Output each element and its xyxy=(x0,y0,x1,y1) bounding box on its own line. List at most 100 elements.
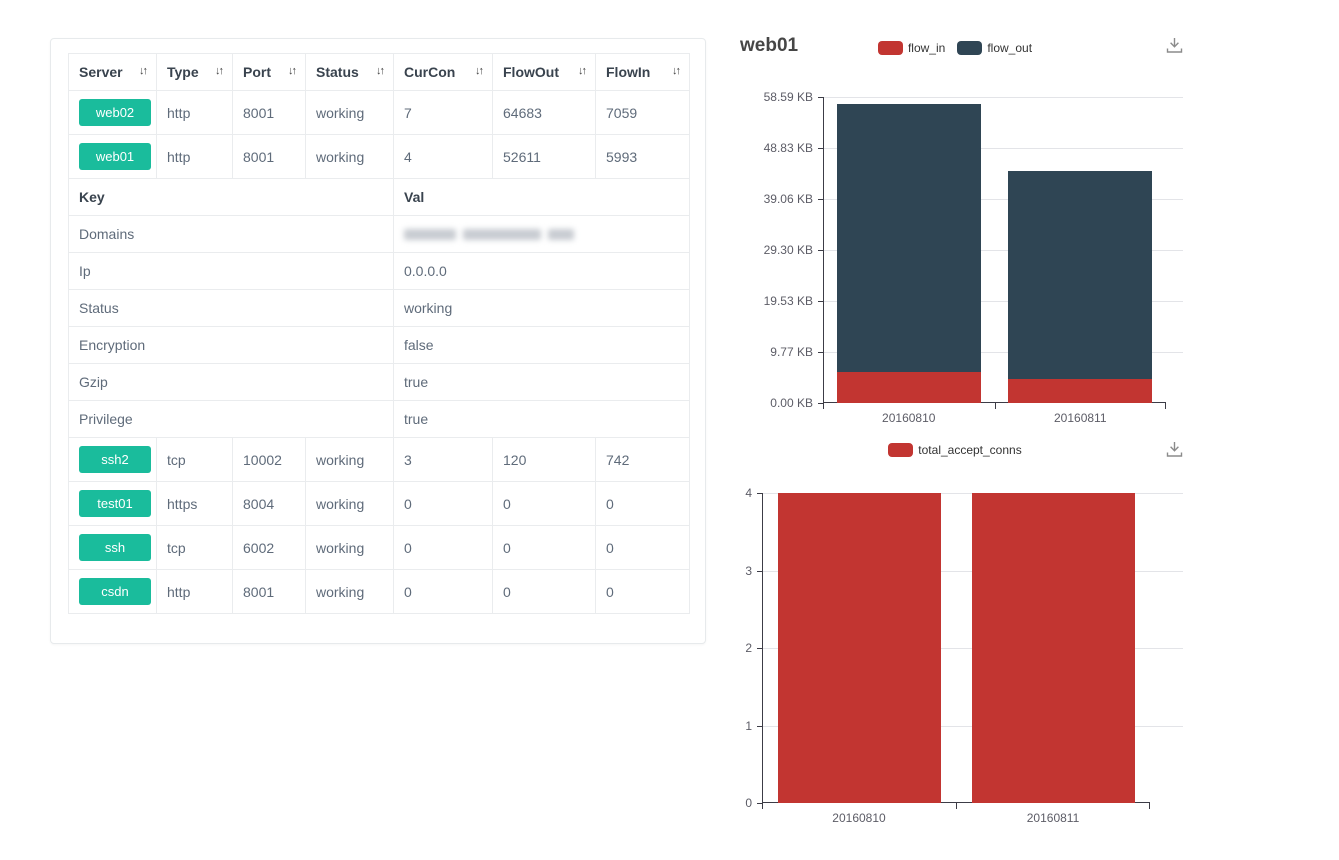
y-axis-label: 48.83 KB xyxy=(720,141,813,155)
x-axis-label: 20160810 xyxy=(823,411,995,425)
flowin-cell: 0 xyxy=(596,482,690,526)
legend-swatch xyxy=(957,41,982,55)
flow-chart: web01 flow_inflow_out0.00 KB9.77 KB19.53… xyxy=(720,25,1190,437)
kv-val-cell xyxy=(394,216,690,253)
server-row-test01: test01https8004working000 xyxy=(69,482,690,526)
server-button-web01[interactable]: web01 xyxy=(79,143,151,170)
flowin-cell: 0 xyxy=(596,526,690,570)
y-axis-label: 29.30 KB xyxy=(720,243,813,257)
kv-row-ip: Ip0.0.0.0 xyxy=(69,253,690,290)
server-cell: csdn xyxy=(69,570,157,614)
column-header-type[interactable]: Type ↓↑ xyxy=(157,54,233,91)
status-cell: working xyxy=(306,570,394,614)
flowout-cell: 52611 xyxy=(493,135,596,179)
bar-flow_in-20160811 xyxy=(1008,379,1152,403)
kv-key-cell: Domains xyxy=(69,216,394,253)
chart-legend: total_accept_conns xyxy=(720,443,1190,457)
server-button-web02[interactable]: web02 xyxy=(79,99,151,126)
y-axis-label: 58.59 KB xyxy=(720,90,813,104)
redacted-block xyxy=(548,229,574,240)
legend-item-flow_out[interactable]: flow_out xyxy=(957,41,1032,55)
x-axis-label: 20160811 xyxy=(956,811,1150,825)
legend-item-total_accept_conns[interactable]: total_accept_conns xyxy=(888,443,1021,457)
kv-val-cell: working xyxy=(394,290,690,327)
y-axis-label: 1 xyxy=(720,719,752,733)
x-axis-label: 20160810 xyxy=(762,811,956,825)
sort-icon[interactable]: ↓↑ xyxy=(215,65,222,77)
column-label: FlowOut xyxy=(503,64,559,80)
column-header-server[interactable]: Server↓↑ xyxy=(69,54,157,91)
legend-label: total_accept_conns xyxy=(918,443,1021,457)
axis-tick xyxy=(823,403,824,409)
server-row-web02: web02http8001working7646837059 xyxy=(69,91,690,135)
column-label: FlowIn xyxy=(606,64,650,80)
type-cell: http xyxy=(157,570,233,614)
y-axis xyxy=(823,97,824,408)
port-cell: 6002 xyxy=(233,526,306,570)
column-header-flowin[interactable]: FlowIn ↓↑ xyxy=(596,54,690,91)
bar-flow_out-20160811 xyxy=(1008,171,1152,379)
port-cell: 8001 xyxy=(233,570,306,614)
column-header-status[interactable]: Status↓↑ xyxy=(306,54,394,91)
legend-swatch xyxy=(888,443,913,457)
column-header-curcon[interactable]: CurCon ↓↑ xyxy=(394,54,493,91)
status-cell: working xyxy=(306,482,394,526)
curcon-cell: 7 xyxy=(394,91,493,135)
type-cell: http xyxy=(157,135,233,179)
plot-area: 0.00 KB9.77 KB19.53 KB29.30 KB39.06 KB48… xyxy=(823,97,1166,403)
legend-label: flow_in xyxy=(908,41,945,55)
flowin-cell: 742 xyxy=(596,438,690,482)
legend-swatch xyxy=(878,41,903,55)
kv-val-cell: true xyxy=(394,364,690,401)
legend-item-flow_in[interactable]: flow_in xyxy=(878,41,945,55)
redacted-value xyxy=(404,227,679,241)
kv-key-cell: Privilege xyxy=(69,401,394,438)
sort-icon[interactable]: ↓↑ xyxy=(475,65,482,77)
kv-key-cell: Ip xyxy=(69,253,394,290)
server-cell: ssh xyxy=(69,526,157,570)
type-cell: https xyxy=(157,482,233,526)
type-cell: tcp xyxy=(157,438,233,482)
download-chart-icon[interactable] xyxy=(1165,37,1184,59)
axis-tick xyxy=(762,803,763,809)
legend-label: flow_out xyxy=(987,41,1032,55)
server-button-ssh2[interactable]: ssh2 xyxy=(79,446,151,473)
status-cell: working xyxy=(306,438,394,482)
column-header-port[interactable]: Port ↓↑ xyxy=(233,54,306,91)
curcon-cell: 0 xyxy=(394,482,493,526)
sort-icon[interactable]: ↓↑ xyxy=(376,65,383,77)
server-table-body: web02http8001working7646837059web01http8… xyxy=(69,91,690,614)
server-button-ssh[interactable]: ssh xyxy=(79,534,151,561)
sort-icon[interactable]: ↓↑ xyxy=(672,65,679,77)
conns-chart: total_accept_conns012342016081020160811 xyxy=(720,435,1190,835)
server-button-csdn[interactable]: csdn xyxy=(79,578,151,605)
dashboard: Server↓↑Type↓↑Port↓↑Status↓↑CurCon↓↑Flow… xyxy=(0,0,1339,860)
column-header-flowout[interactable]: FlowOut ↓↑ xyxy=(493,54,596,91)
kv-key-cell: Encryption xyxy=(69,327,394,364)
server-table: Server↓↑Type↓↑Port↓↑Status↓↑CurCon↓↑Flow… xyxy=(68,53,690,614)
curcon-cell: 0 xyxy=(394,570,493,614)
column-label: Type xyxy=(167,64,199,80)
kv-header-row: KeyVal xyxy=(69,179,690,216)
y-axis-label: 0 xyxy=(720,796,752,810)
sort-icon[interactable]: ↓↑ xyxy=(288,65,295,77)
sort-icon[interactable]: ↓↑ xyxy=(578,65,585,77)
server-button-test01[interactable]: test01 xyxy=(79,490,151,517)
axis-tick xyxy=(995,403,996,409)
y-axis-label: 19.53 KB xyxy=(720,294,813,308)
server-row-web01: web01http8001working4526115993 xyxy=(69,135,690,179)
redacted-block xyxy=(404,229,456,240)
server-cell: ssh2 xyxy=(69,438,157,482)
kv-row-encryption: Encryptionfalse xyxy=(69,327,690,364)
column-label: Port xyxy=(243,64,271,80)
y-axis-label: 3 xyxy=(720,564,752,578)
bar-flow_out-20160810 xyxy=(837,104,981,372)
column-label: CurCon xyxy=(404,64,455,80)
port-cell: 8004 xyxy=(233,482,306,526)
axis-tick xyxy=(956,803,957,809)
sort-icon[interactable]: ↓↑ xyxy=(139,65,146,77)
kv-val-cell: 0.0.0.0 xyxy=(394,253,690,290)
flowin-cell: 7059 xyxy=(596,91,690,135)
download-chart-icon[interactable] xyxy=(1165,441,1184,463)
kv-val-cell: false xyxy=(394,327,690,364)
